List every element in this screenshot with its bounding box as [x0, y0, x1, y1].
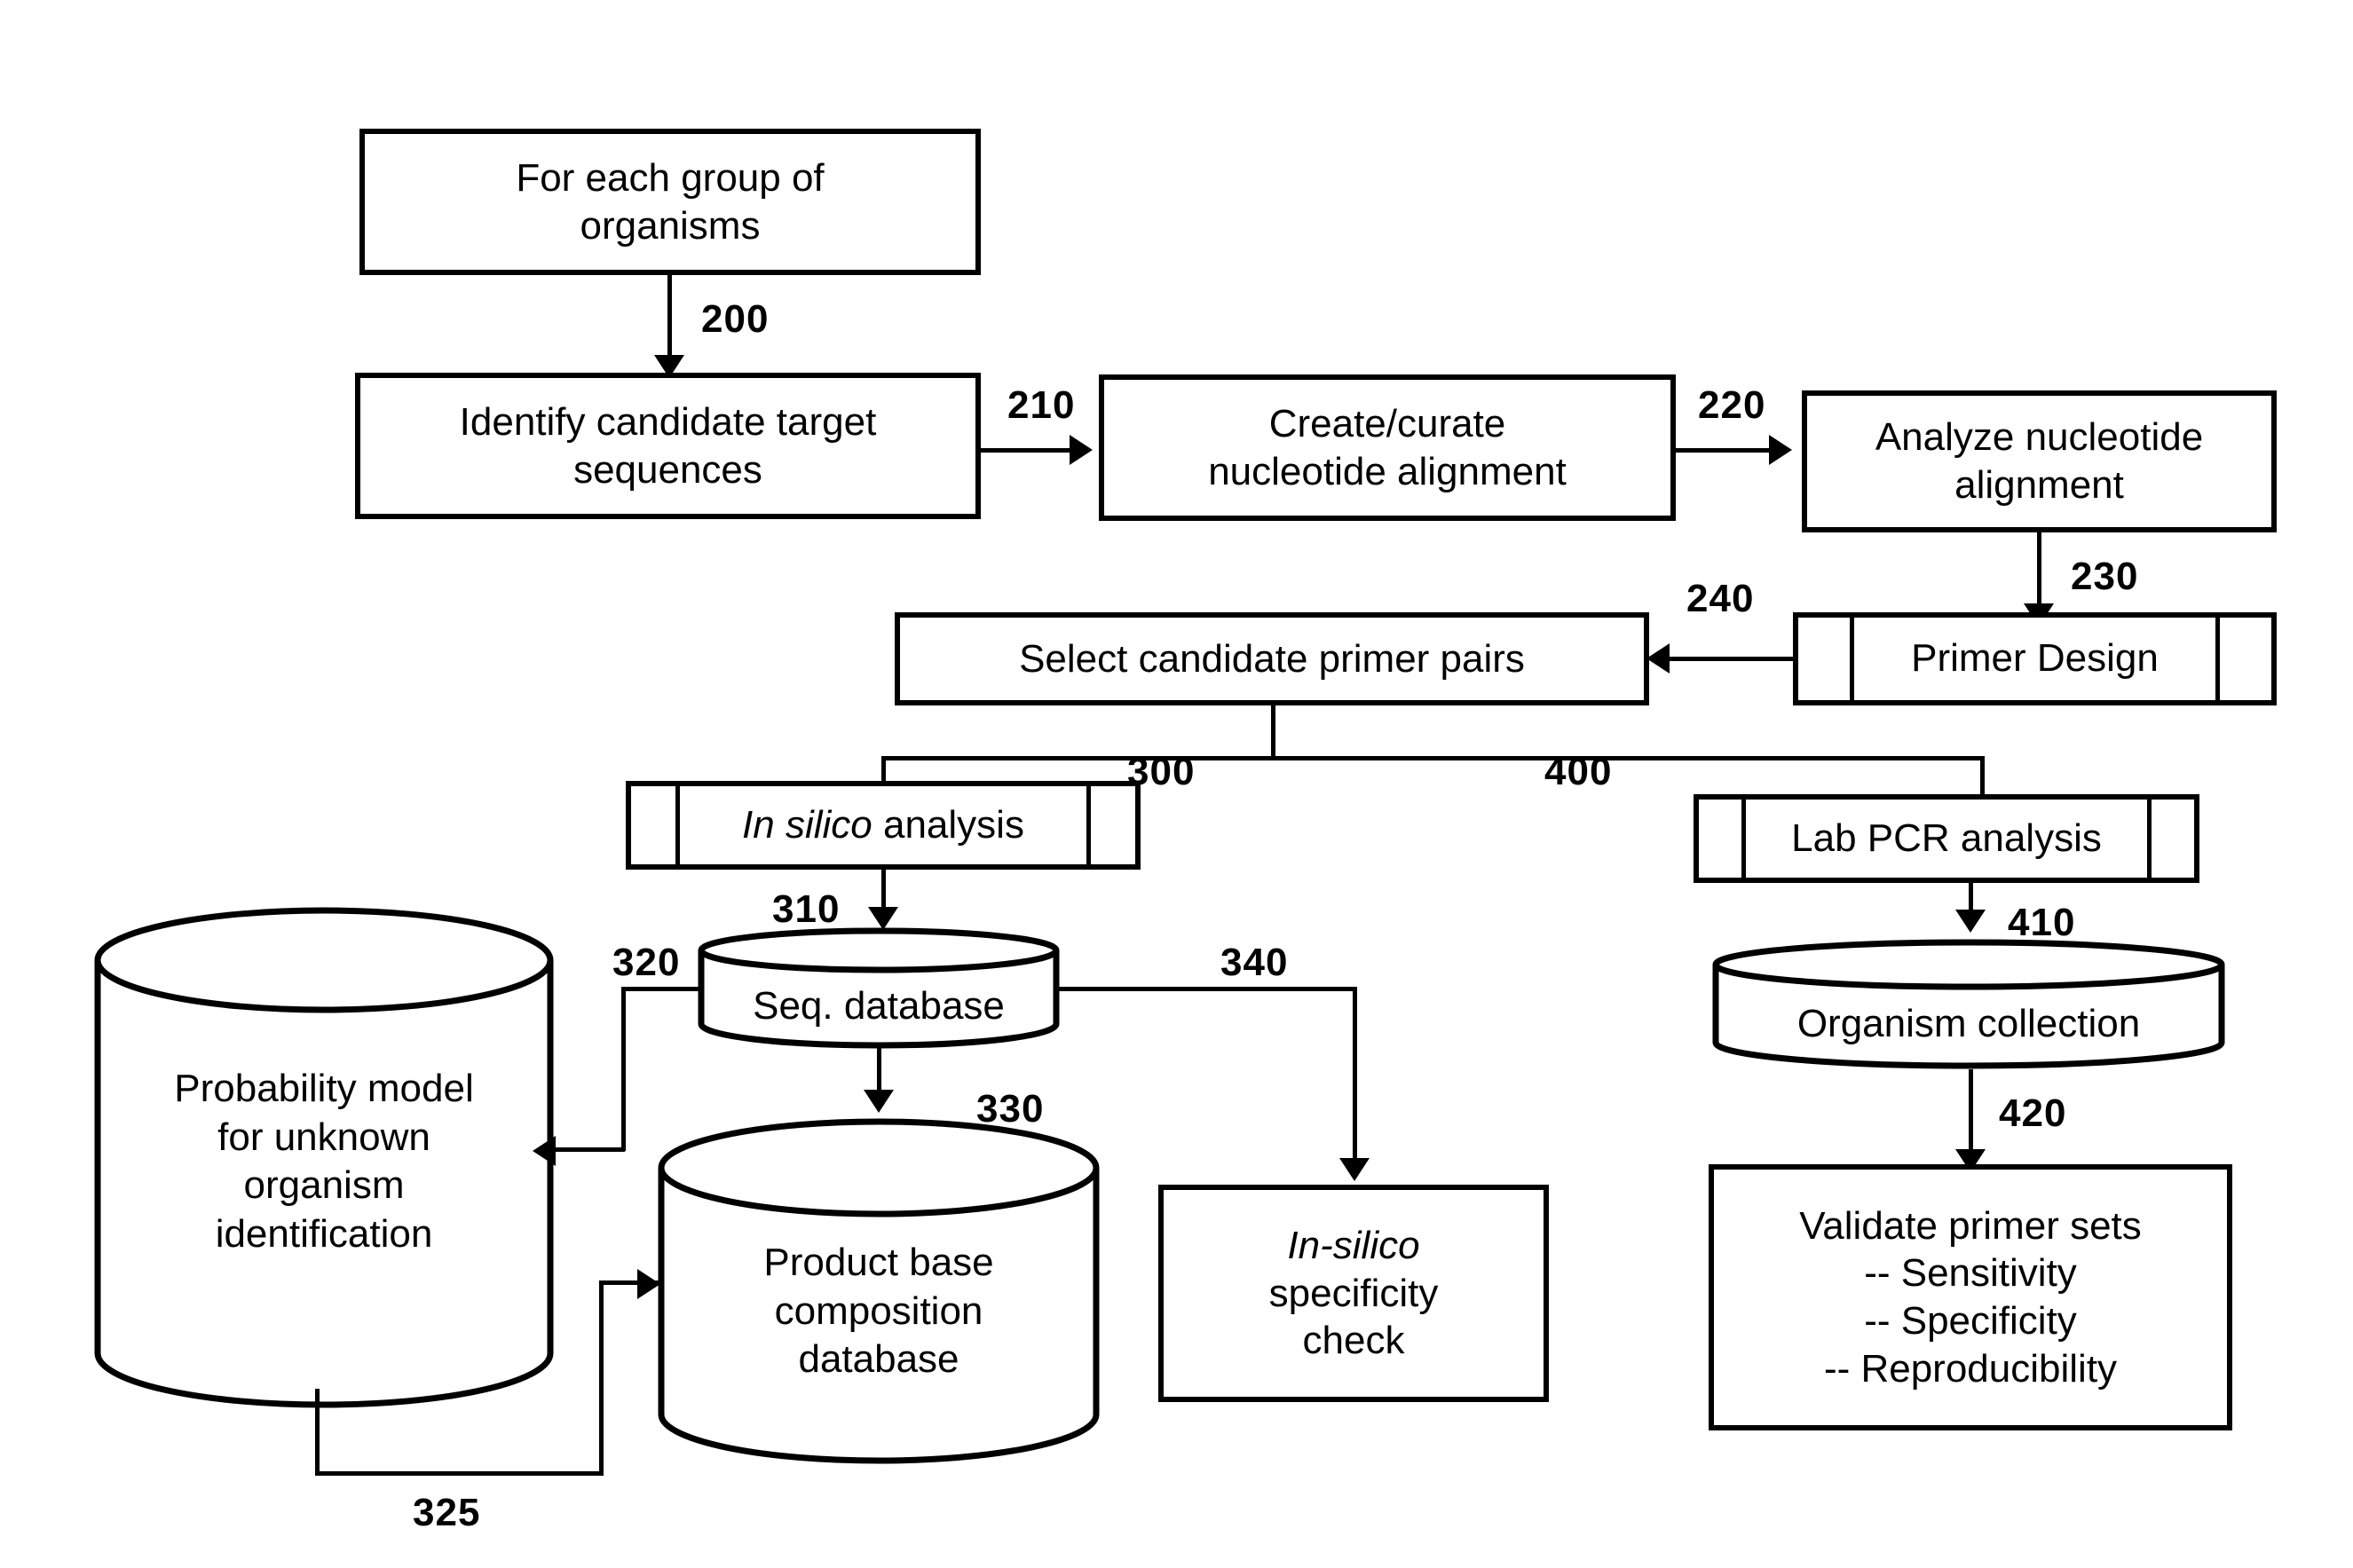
- node-select-primer-pairs-label: Select candidate primer pairs: [1019, 636, 1525, 681]
- node-validate-item-0: -- Sensitivity: [1864, 1251, 2077, 1296]
- connector-split-bus: [881, 756, 1985, 760]
- node-product-base-db: Product base composition database: [657, 1116, 1101, 1471]
- node-seq-database: Seq. database: [697, 927, 1061, 1049]
- node-organism-collection: Organism collection: [1711, 938, 2226, 1071]
- node-primer-design-inner: Primer Design: [1850, 618, 2220, 700]
- arrowhead-210: [1070, 435, 1093, 465]
- node-analyze-alignment-label: Analyze nucleotide alignment: [1875, 415, 2204, 507]
- connector-325-right-vert: [599, 1280, 604, 1476]
- node-validate-item-1: -- Specificity: [1864, 1299, 2077, 1343]
- node-validate-primer-sets: Validate primer sets -- Sensitivity -- S…: [1709, 1164, 2232, 1430]
- node-specificity-check-line1: In-silico: [1287, 1223, 1420, 1267]
- in-silico-italic: In silico: [742, 802, 873, 847]
- ref-400: 400: [1544, 750, 1613, 793]
- ref-230: 230: [2071, 555, 2139, 598]
- node-in-silico-analysis-inner: In silico analysis: [675, 786, 1091, 864]
- node-in-silico-analysis: In silico analysis: [626, 781, 1141, 870]
- connector-340-vert: [1353, 987, 1357, 1169]
- node-analyze-alignment: Analyze nucleotide alignment: [1802, 390, 2277, 532]
- ref-200: 200: [701, 297, 770, 341]
- ref-240: 240: [1686, 577, 1755, 620]
- node-probability-model-label: Probability model for unknown organism i…: [174, 1067, 474, 1256]
- node-seq-database-label: Seq. database: [753, 984, 1005, 1028]
- connector-320-vert: [621, 987, 626, 1151]
- ref-340: 340: [1220, 941, 1289, 984]
- ref-210: 210: [1007, 383, 1076, 427]
- node-create-curate: Create/curate nucleotide alignment: [1099, 374, 1676, 521]
- connector-230: [2037, 532, 2041, 612]
- connector-320-top: [621, 987, 703, 991]
- node-specificity-check-line3: check: [1302, 1319, 1405, 1363]
- arrowhead-410: [1955, 910, 1986, 933]
- node-in-silico-analysis-label: In silico analysis: [742, 802, 1024, 849]
- arrowhead-220: [1769, 435, 1792, 465]
- node-validate-item-2: -- Reproducibility: [1823, 1346, 2118, 1391]
- ref-220: 220: [1698, 383, 1766, 427]
- node-select-primer-pairs: Select candidate primer pairs: [895, 612, 1649, 705]
- connector-split-stem: [1271, 705, 1275, 759]
- connector-320-bottom: [552, 1147, 625, 1152]
- node-specificity-check-line2: specificity: [1268, 1271, 1439, 1315]
- node-lab-pcr-analysis-inner: Lab PCR analysis: [1741, 800, 2152, 878]
- connector-240: [1669, 657, 1795, 661]
- in-silico-rest: analysis: [872, 802, 1024, 847]
- node-organism-collection-label: Organism collection: [1796, 1002, 2141, 1045]
- ref-420: 420: [1999, 1091, 2067, 1135]
- node-lab-pcr-analysis: Lab PCR analysis: [1694, 794, 2199, 883]
- node-product-base-db-label: Product base composition database: [763, 1241, 994, 1382]
- connector-325-bottom: [315, 1471, 604, 1476]
- node-primer-design: Primer Design: [1793, 612, 2277, 705]
- arrowhead-330: [864, 1090, 894, 1113]
- node-for-each-group-label: For each group of organisms: [516, 155, 825, 248]
- node-create-curate-label: Create/curate nucleotide alignment: [1208, 401, 1567, 493]
- flowchart-canvas: For each group of organisms 200 Identify…: [0, 0, 2353, 1568]
- ref-310: 310: [772, 887, 841, 931]
- node-identify-targets-label: Identify candidate target sequences: [459, 399, 877, 492]
- node-for-each-group: For each group of organisms: [359, 129, 981, 275]
- connector-200: [667, 275, 672, 364]
- arrowhead-240: [1646, 643, 1670, 674]
- node-probability-model: Probability model for unknown organism i…: [93, 905, 555, 1420]
- connector-220: [1676, 448, 1773, 453]
- ref-330: 330: [976, 1087, 1045, 1131]
- connector-325-left-vert: [315, 1389, 320, 1476]
- node-validate-title: Validate primer sets: [1799, 1203, 2142, 1248]
- arrowhead-325: [637, 1269, 660, 1299]
- node-specificity-check: In-silico specificity check: [1158, 1185, 1549, 1402]
- node-identify-targets: Identify candidate target sequences: [355, 373, 981, 519]
- node-lab-pcr-analysis-label: Lab PCR analysis: [1791, 816, 2102, 860]
- connector-210: [981, 448, 1074, 453]
- arrowhead-340: [1339, 1158, 1370, 1181]
- arrowhead-320: [533, 1136, 556, 1166]
- node-primer-design-label: Primer Design: [1911, 636, 2159, 681]
- ref-320: 320: [612, 941, 681, 984]
- ref-325: 325: [413, 1491, 481, 1534]
- connector-340-top: [1059, 987, 1356, 991]
